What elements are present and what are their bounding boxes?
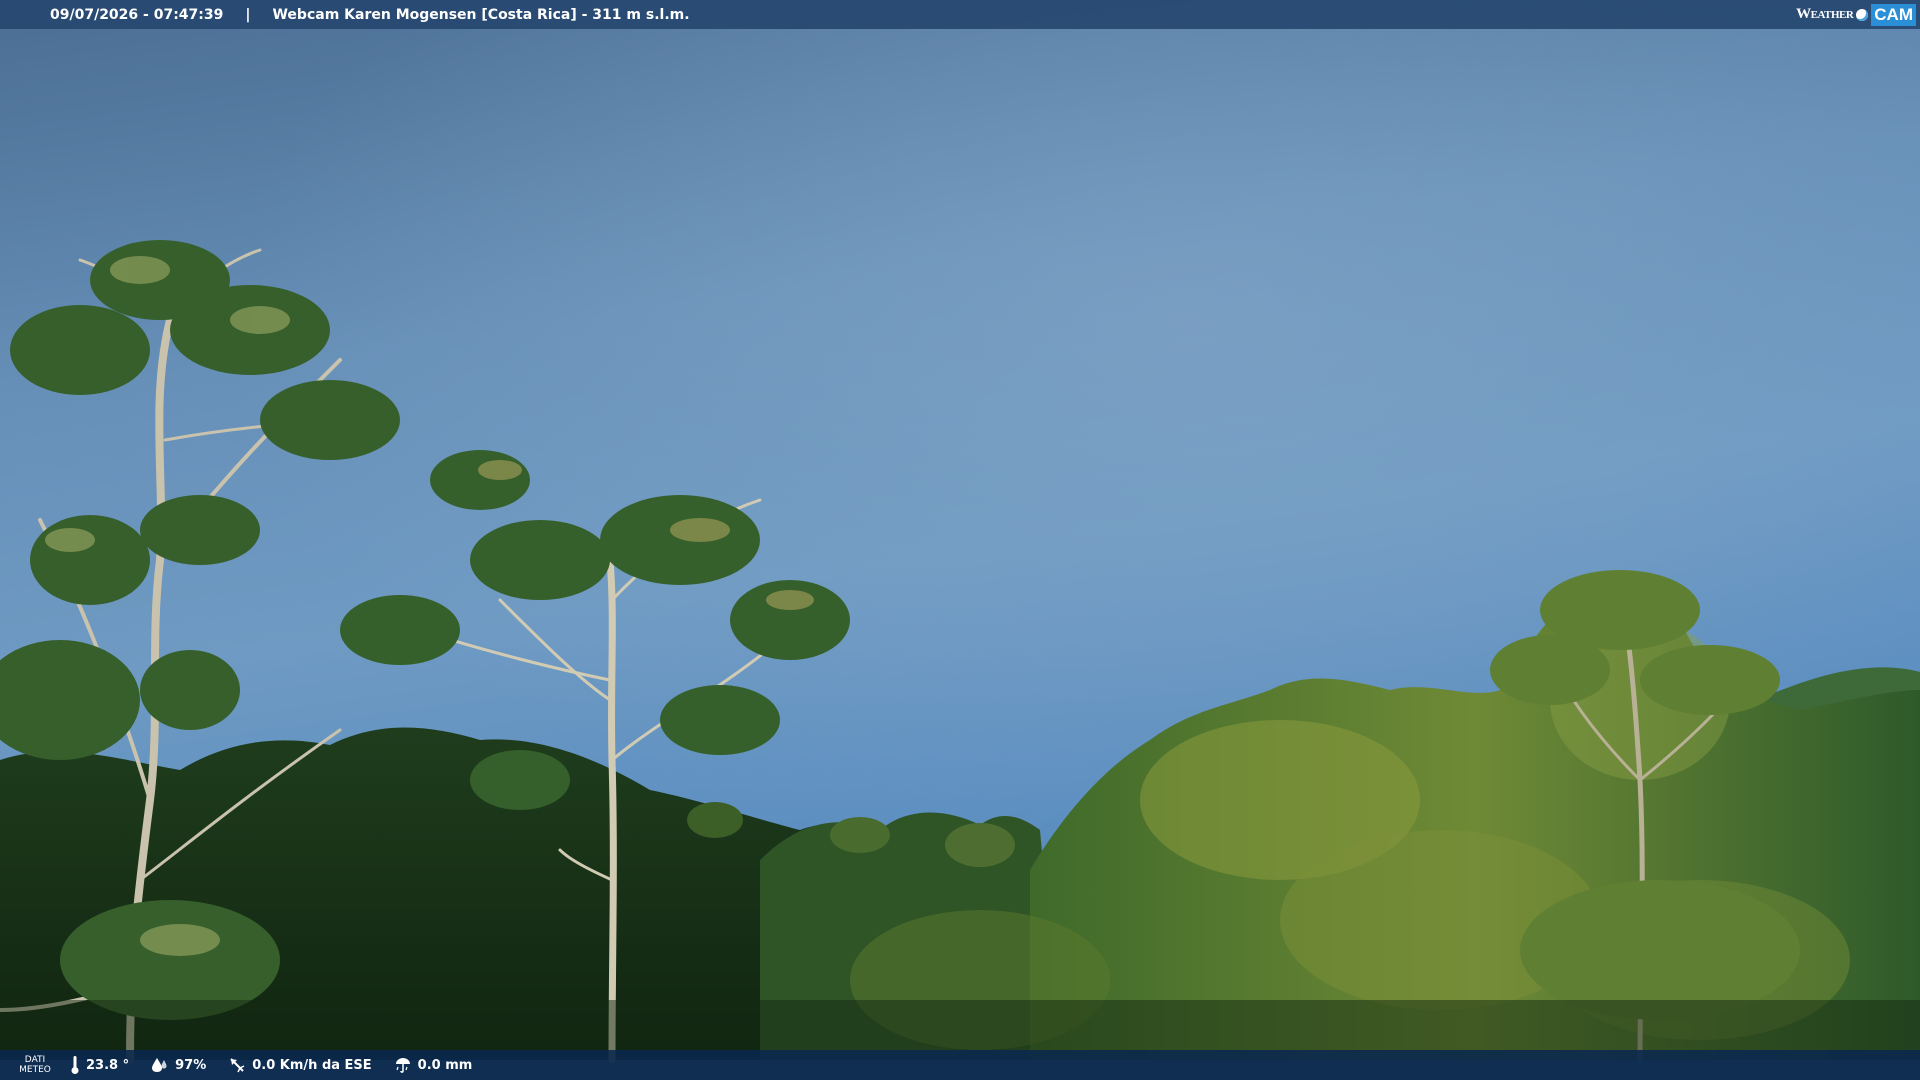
humidity-value: 97% — [175, 1057, 207, 1073]
weather-section-label: DATI METEO — [0, 1055, 70, 1075]
temperature-reading: 23.8 ° — [70, 1055, 129, 1075]
logo-text-weather: Weather — [1796, 6, 1854, 22]
wind-value: 0.0 Km/h da ESE — [252, 1057, 372, 1073]
weathercam-logo: Weather CAM — [1796, 2, 1916, 27]
temperature-value: 23.8 ° — [86, 1057, 130, 1073]
distant-treetop-2 — [830, 817, 890, 853]
header-separator: | — [245, 6, 251, 23]
humidity-drop-icon — [152, 1058, 167, 1072]
rain-reading: 0.0 mm — [394, 1056, 473, 1074]
rain-value: 0.0 mm — [417, 1057, 473, 1073]
distant-treetop-1 — [945, 823, 1015, 867]
datetime-label: 09/07/2026 - 07:47:39 — [50, 6, 224, 23]
wind-reading: 0.0 Km/h da ESE — [228, 1056, 372, 1074]
distant-treetop-3 — [687, 802, 743, 838]
webcam-title: Webcam Karen Mogensen [Costa Rica] - 311… — [272, 6, 690, 23]
rain-gauge-icon — [395, 1058, 410, 1073]
webcam-scene — [0, 0, 1920, 1080]
wind-vane-icon — [230, 1058, 245, 1073]
weather-data-bar: DATI METEO 23.8 ° 97% 0.0 Km/h da ESE 0.… — [0, 1050, 1920, 1080]
logo-text-cam: CAM — [1871, 3, 1916, 26]
humidity-reading: 97% — [151, 1057, 206, 1073]
weather-section-label-line1: DATI — [24, 1055, 46, 1065]
weather-section-label-line2: METEO — [19, 1065, 51, 1075]
logo-globe-icon — [1856, 8, 1869, 21]
thermometer-icon — [71, 1056, 79, 1074]
header-bar: 09/07/2026 - 07:47:39 | Webcam Karen Mog… — [0, 0, 1920, 29]
